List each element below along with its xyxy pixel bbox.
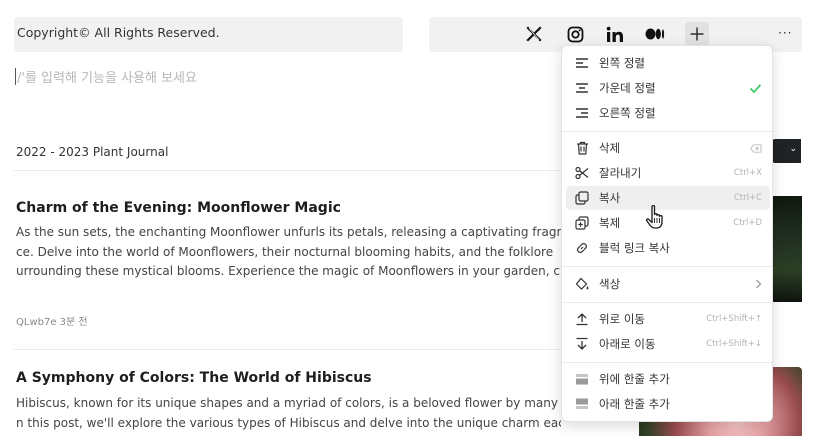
post-excerpt-line: n this post, we'll explore the various t…	[16, 415, 561, 430]
post-title[interactable]: Charm of the Evening: Moonflower Magic	[16, 200, 341, 216]
menu-item-duplicate[interactable]: 복제 Ctrl+D	[566, 211, 770, 235]
insert-below-icon	[574, 396, 590, 412]
menu-separator	[562, 362, 772, 363]
scissors-icon	[574, 165, 590, 181]
menu-item-align-left[interactable]: 왼쪽 정렬	[566, 51, 770, 75]
menu-item-label: 잘라내기	[599, 166, 642, 180]
copyright-text: Copyright© All Rights Reserved.	[17, 25, 220, 40]
post-excerpt-line: Hibiscus, known for its unique shapes an…	[16, 396, 558, 410]
menu-item-label: 블럭 링크 복사	[599, 241, 670, 255]
menu-item-shortcut: Ctrl+C	[733, 193, 762, 203]
hand-cursor-icon	[645, 204, 663, 229]
linkedin-icon[interactable]	[605, 24, 625, 44]
menu-item-shortcut: Ctrl+X	[733, 168, 762, 178]
menu-item-delete[interactable]: 삭제	[566, 136, 770, 160]
link-icon	[574, 240, 590, 256]
plus-icon	[690, 27, 704, 41]
menu-item-label: 오른쪽 정렬	[599, 106, 656, 120]
chevron-right-icon	[755, 279, 762, 289]
menu-item-shortcut: Ctrl+D	[733, 218, 762, 228]
insert-above-icon	[574, 371, 590, 387]
menu-item-shortcut: Ctrl+Shift+↑	[706, 314, 762, 324]
menu-item-move-down[interactable]: 아래로 이동 Ctrl+Shift+↓	[566, 332, 770, 356]
dropdown-chip[interactable]: ⌄	[772, 139, 801, 163]
add-social-button[interactable]	[685, 22, 709, 46]
menu-item-label: 가운데 정렬	[599, 81, 656, 95]
copy-icon	[574, 190, 590, 206]
menu-item-label: 색상	[599, 277, 621, 291]
x-icon[interactable]	[524, 24, 544, 44]
post-author: QLwb7e	[16, 317, 57, 328]
journal-title[interactable]: 2022 - 2023 Plant Journal	[16, 145, 168, 159]
footer-copyright-box: Copyright© All Rights Reserved.	[14, 17, 403, 52]
block-context-menu: 왼쪽 정렬 가운데 정렬 오른쪽 정렬 삭제 잘라내기 Ctrl+X 복사 Ct…	[561, 45, 773, 422]
menu-item-copy[interactable]: 복사 Ctrl+C	[566, 186, 770, 210]
post-excerpt: Hibiscus, known for its unique shapes an…	[16, 394, 561, 433]
editor-placeholder: /'를 입력해 기능을 사용해 보세요	[17, 71, 197, 86]
menu-separator	[562, 302, 772, 303]
post-excerpt-line: urrounding these mystical blooms. Experi…	[16, 264, 560, 278]
menu-item-copy-block-link[interactable]: 블럭 링크 복사	[566, 236, 770, 260]
post-meta: QLwb7e 3분 전	[16, 313, 88, 328]
trash-icon	[574, 140, 590, 156]
menu-item-align-center[interactable]: 가운데 정렬	[566, 76, 770, 100]
menu-item-color[interactable]: 색상	[566, 272, 770, 296]
post-title[interactable]: A Symphony of Colors: The World of Hibis…	[16, 370, 372, 386]
instagram-icon[interactable]	[565, 24, 585, 44]
menu-item-move-up[interactable]: 위로 이동 Ctrl+Shift+↑	[566, 307, 770, 331]
menu-item-label: 위로 이동	[599, 312, 645, 326]
menu-separator	[562, 131, 772, 132]
menu-item-shortcut: Ctrl+Shift+↓	[706, 339, 762, 349]
divider	[14, 349, 574, 350]
menu-item-insert-below[interactable]: 아래 한줄 추가	[566, 392, 770, 416]
menu-item-label: 아래 한줄 추가	[599, 397, 670, 411]
menu-item-align-right[interactable]: 오른쪽 정렬	[566, 101, 770, 125]
menu-item-insert-above[interactable]: 위에 한줄 추가	[566, 367, 770, 391]
backspace-icon	[750, 143, 762, 153]
menu-item-label: 위에 한줄 추가	[599, 372, 670, 386]
menu-item-label: 삭제	[599, 141, 621, 155]
post-excerpt-line: ce. Delve into the world of Moonflowers,…	[16, 244, 554, 259]
check-icon	[749, 83, 762, 94]
post-thumbnail[interactable]	[772, 196, 802, 302]
paint-bucket-icon	[574, 276, 590, 292]
more-options-button[interactable]: ···	[778, 26, 792, 40]
menu-separator	[562, 266, 772, 267]
align-left-icon	[574, 55, 590, 71]
align-right-icon	[574, 105, 590, 121]
editor-input[interactable]: /'를 입력해 기능을 사용해 보세요	[15, 67, 197, 86]
chevron-down-icon: ⌄	[789, 144, 797, 154]
post-time: 3분 전	[59, 317, 88, 328]
divider	[14, 170, 574, 171]
duplicate-icon	[574, 215, 590, 231]
post-excerpt: As the sun sets, the enchanting Moonflow…	[16, 223, 561, 282]
arrow-up-icon	[574, 311, 590, 327]
text-caret	[15, 68, 16, 85]
menu-item-label: 아래로 이동	[599, 337, 656, 351]
menu-item-label: 왼쪽 정렬	[599, 56, 645, 70]
arrow-down-icon	[574, 336, 590, 352]
align-center-icon	[574, 80, 590, 96]
post-excerpt-line: As the sun sets, the enchanting Moonflow…	[16, 225, 561, 239]
menu-item-cut[interactable]: 잘라내기 Ctrl+X	[566, 161, 770, 185]
medium-icon[interactable]	[645, 24, 665, 44]
